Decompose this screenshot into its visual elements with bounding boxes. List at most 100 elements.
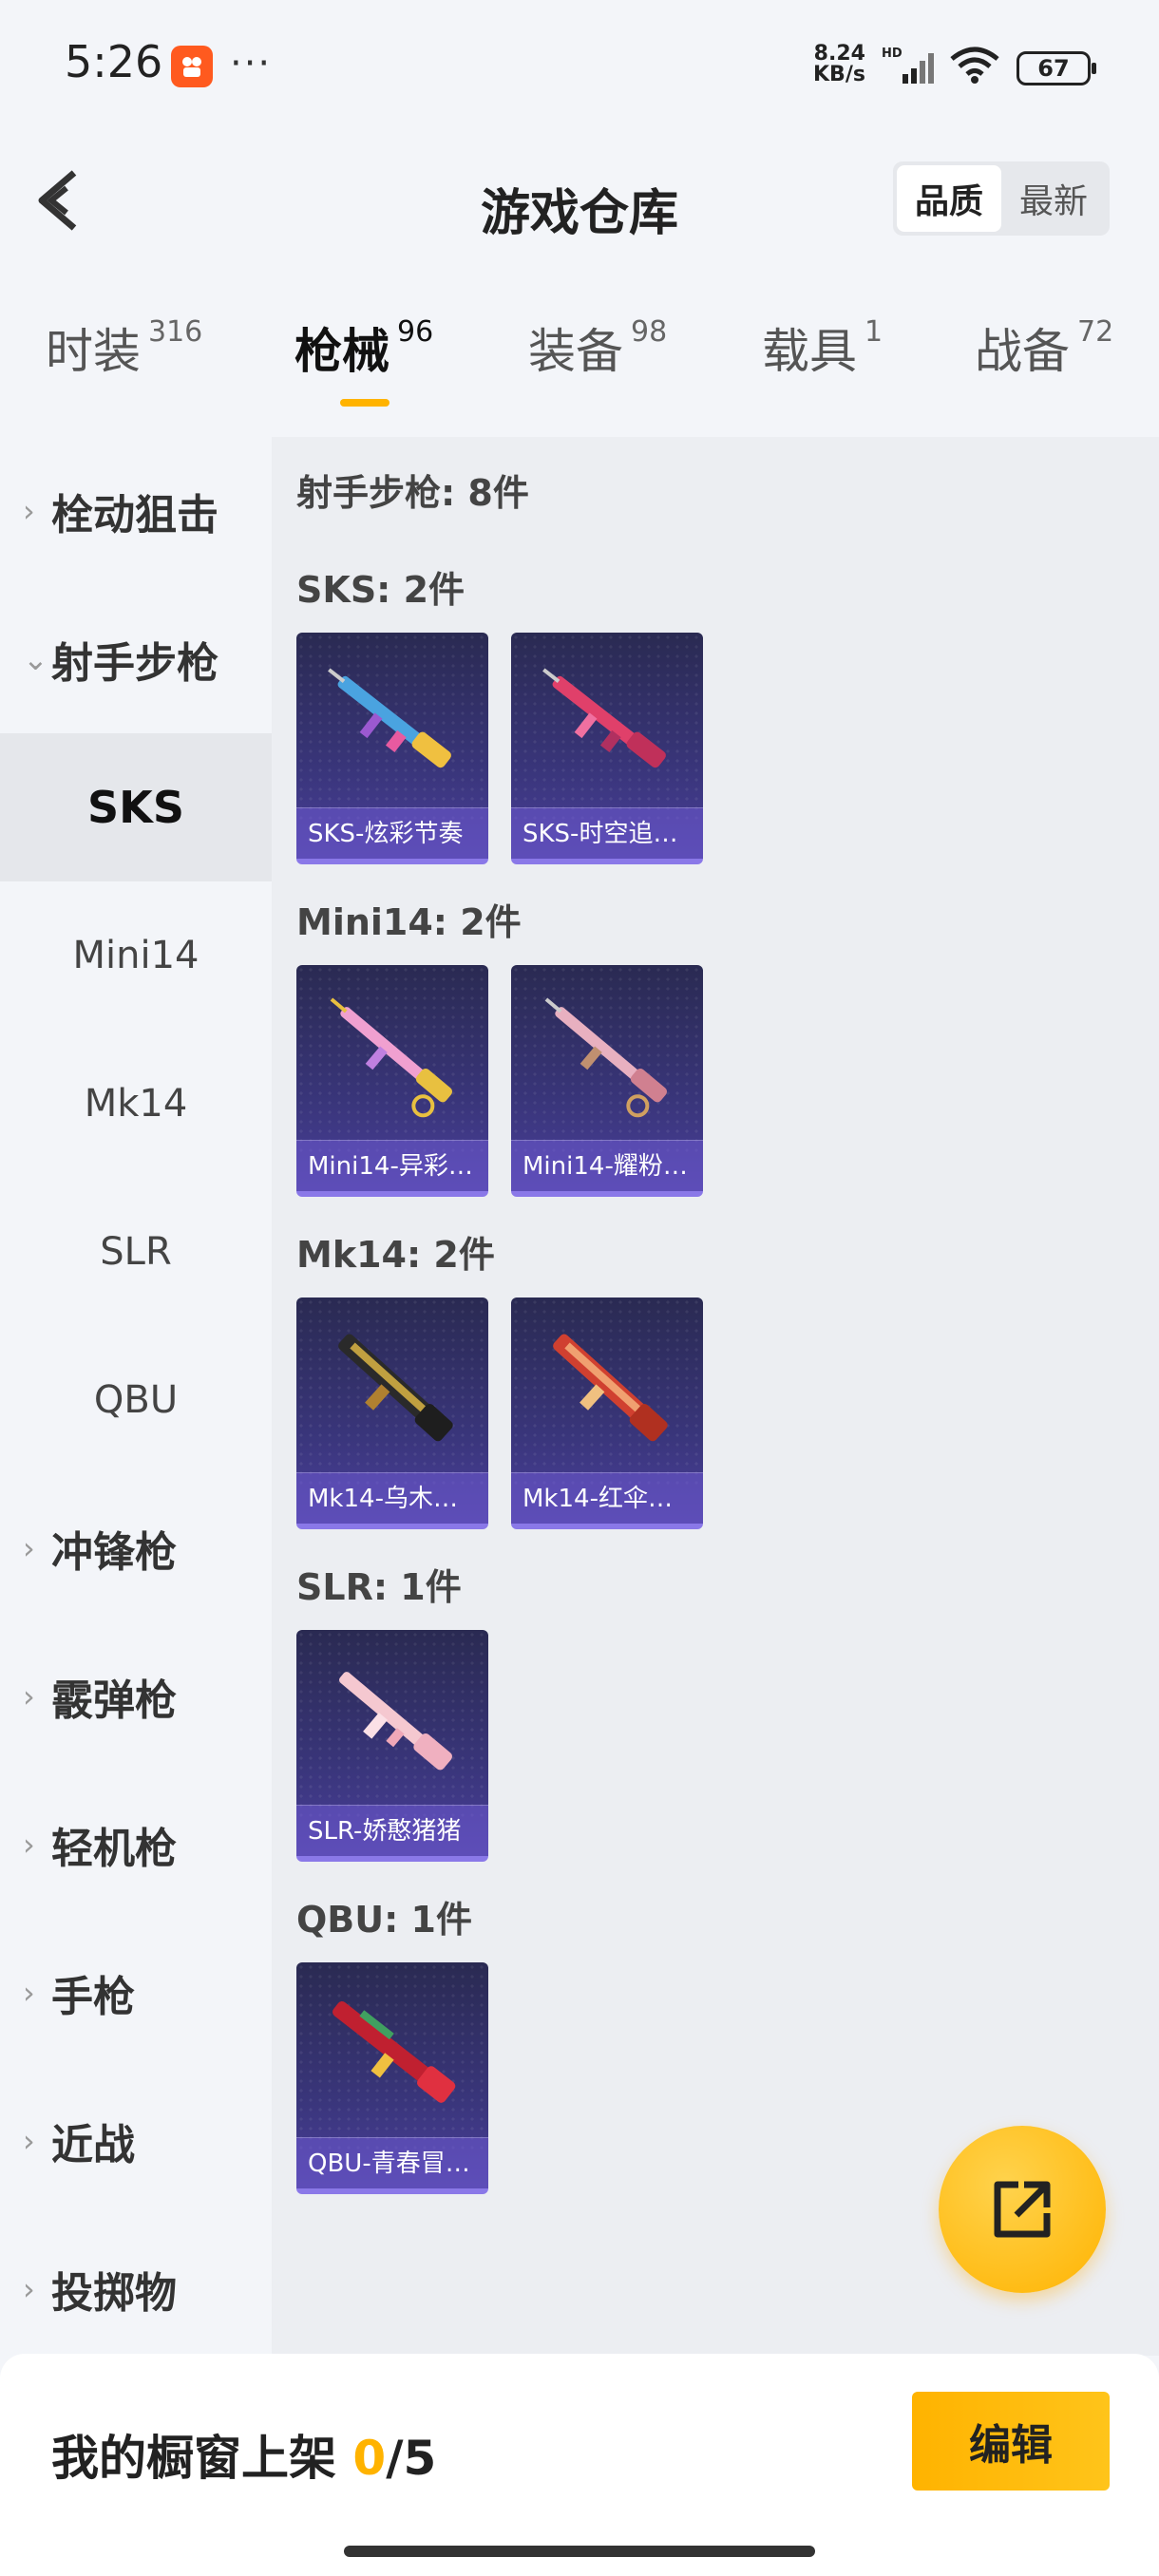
share-button[interactable]	[939, 2126, 1106, 2293]
tab-label: 枪械	[294, 324, 390, 379]
group-title-mini14: Mini14: 2件	[296, 901, 522, 943]
category-tabs: 时装 316 枪械 96 装备 98 载具 1 战备 72	[0, 313, 1159, 427]
rifle-skin-image	[553, 1334, 668, 1442]
weapon-card[interactable]: Mini14-耀粉…	[511, 965, 703, 1197]
weapon-card[interactable]: SKS-炫彩节奏	[296, 633, 488, 864]
tab-label: 战备	[975, 324, 1070, 379]
home-indicator[interactable]	[344, 2546, 815, 2557]
svg-text:HD: HD	[882, 47, 902, 61]
category-summary: 射手步枪: 8件	[296, 472, 529, 514]
showcase-current-count: 0	[352, 2431, 387, 2486]
sidebar-item-sks[interactable]: SKS	[0, 733, 272, 881]
sidebar-group-label: 射手步枪	[51, 639, 218, 688]
sort-newest-button[interactable]: 最新	[1001, 165, 1106, 232]
weapon-card-name: Mini14-异彩…	[296, 1140, 488, 1191]
sidebar-group-melee[interactable]: › 近战	[0, 2067, 272, 2215]
weapon-card[interactable]: SKS-时空追…	[511, 633, 703, 864]
weapon-card-name: Mini14-耀粉…	[511, 1140, 703, 1191]
tab-supplies[interactable]: 战备 72	[975, 313, 1113, 382]
tab-count: 98	[631, 315, 668, 349]
active-tab-indicator	[340, 399, 390, 407]
chevron-right-icon: ›	[23, 2271, 35, 2307]
sidebar-group-smg[interactable]: › 冲锋枪	[0, 1474, 272, 1622]
sidebar-group-label: 手枪	[51, 1973, 135, 2021]
weapon-card-name: SKS-炫彩节奏	[296, 807, 488, 859]
sort-quality-button[interactable]: 品质	[897, 165, 1001, 232]
sidebar-group-label: 冲锋枪	[51, 1528, 177, 1577]
more-notifications-icon: ···	[230, 42, 273, 85]
tab-count: 72	[1077, 315, 1114, 349]
chevron-right-icon: ›	[23, 1827, 35, 1863]
status-time: 5:26	[65, 36, 163, 87]
share-icon	[994, 2181, 1051, 2238]
cellular-signal-icon: HD	[882, 47, 934, 84]
showcase-total: /5	[386, 2431, 437, 2486]
rifle-skin-image	[339, 1672, 452, 1771]
tab-count: 316	[148, 315, 203, 349]
rifle-skin-image	[542, 668, 666, 768]
edit-button[interactable]: 编辑	[912, 2392, 1110, 2491]
sidebar-group-label: 轻机枪	[51, 1825, 177, 1873]
status-bar: 5:26 ··· 8.24 KB/s HD 67	[0, 0, 1159, 133]
group-title-sks: SKS: 2件	[296, 569, 466, 611]
tab-firearms[interactable]: 枪械 96	[294, 313, 433, 382]
weapon-list: 射手步枪: 8件 SKS: 2件 SKS-炫彩节奏 SKS-时空追… Mini1…	[272, 437, 1159, 2356]
chevron-right-icon: ›	[23, 1975, 35, 2011]
sidebar-group-throwables[interactable]: › 投掷物	[0, 2215, 272, 2363]
sidebar-item-mini14[interactable]: Mini14	[0, 881, 272, 1030]
tab-equipment[interactable]: 装备 98	[528, 313, 667, 382]
sidebar-group-marksman-rifle[interactable]: ⌄ 射手步枪	[0, 585, 272, 733]
bottom-bar: 我的橱窗上架 0/5 编辑	[0, 2354, 1159, 2576]
weapon-card-name: Mk14-乌木…	[296, 1472, 488, 1524]
sidebar-group-bolt-action-sniper[interactable]: › 栓动狙击	[0, 437, 272, 585]
showcase-label: 我的橱窗上架	[51, 2431, 336, 2486]
weapon-card[interactable]: Mk14-乌木…	[296, 1297, 488, 1529]
weapon-card-name: SKS-时空追…	[511, 807, 703, 859]
chevron-down-icon: ⌄	[23, 641, 48, 677]
group-title-qbu: QBU: 1件	[296, 1899, 472, 1941]
weapon-card[interactable]: Mk14-红伞…	[511, 1297, 703, 1529]
weapon-card-name: QBU-青春冒…	[296, 2137, 488, 2188]
sidebar-item-slr[interactable]: SLR	[0, 1178, 272, 1326]
sidebar-item-mk14[interactable]: Mk14	[0, 1030, 272, 1178]
notification-app-icon	[171, 46, 213, 87]
rifle-skin-image	[328, 668, 451, 768]
group-title-mk14: Mk14: 2件	[296, 1234, 495, 1276]
tab-label: 装备	[528, 324, 623, 379]
net-speed-unit: KB/s	[813, 63, 865, 86]
wifi-icon	[950, 47, 999, 84]
group-title-slr: SLR: 1件	[296, 1566, 462, 1608]
weapon-type-sidebar: › 栓动狙击 ⌄ 射手步枪 SKS Mini14 Mk14 SLR QBU › …	[0, 437, 272, 2356]
weapon-card-name: SLR-娇憨猪猪	[296, 1805, 488, 1856]
net-speed-value: 8.24	[813, 42, 865, 66]
weapon-card[interactable]: QBU-青春冒…	[296, 1962, 488, 2194]
sort-toggle: 品质 最新	[893, 161, 1110, 236]
tab-count: 96	[397, 315, 434, 349]
rifle-skin-image	[338, 1334, 453, 1442]
chevron-right-icon: ›	[23, 2123, 35, 2159]
sidebar-group-label: 近战	[51, 2121, 135, 2169]
rifle-skin-image	[544, 997, 667, 1118]
sidebar-group-label: 栓动狙击	[51, 491, 218, 540]
rifle-skin-image	[332, 2000, 456, 2103]
weapon-card[interactable]: SLR-娇憨猪猪	[296, 1630, 488, 1862]
sidebar-group-shotgun[interactable]: › 霰弹枪	[0, 1622, 272, 1771]
sidebar-group-pistol[interactable]: › 手枪	[0, 1919, 272, 2067]
tab-fashion[interactable]: 时装 316	[46, 313, 202, 382]
tab-label: 时装	[46, 324, 141, 379]
weapon-card-name: Mk14-红伞…	[511, 1472, 703, 1524]
showcase-status: 我的橱窗上架 0/5	[51, 2420, 436, 2489]
chevron-right-icon: ›	[23, 1530, 35, 1566]
sidebar-item-qbu[interactable]: QBU	[0, 1326, 272, 1474]
chevron-right-icon: ›	[23, 1678, 35, 1714]
app-header: 游戏仓库 品质 最新	[0, 133, 1159, 266]
sidebar-group-label: 投掷物	[51, 2269, 177, 2318]
tab-count: 1	[864, 315, 884, 349]
weapon-card[interactable]: Mini14-异彩…	[296, 965, 488, 1197]
battery-icon: 67	[1016, 51, 1096, 85]
net-speed: 8.24 KB/s	[813, 44, 865, 85]
sidebar-group-lmg[interactable]: › 轻机枪	[0, 1771, 272, 1919]
chevron-right-icon: ›	[23, 493, 35, 529]
tab-vehicles[interactable]: 载具 1	[762, 313, 883, 382]
tab-label: 载具	[762, 324, 857, 379]
